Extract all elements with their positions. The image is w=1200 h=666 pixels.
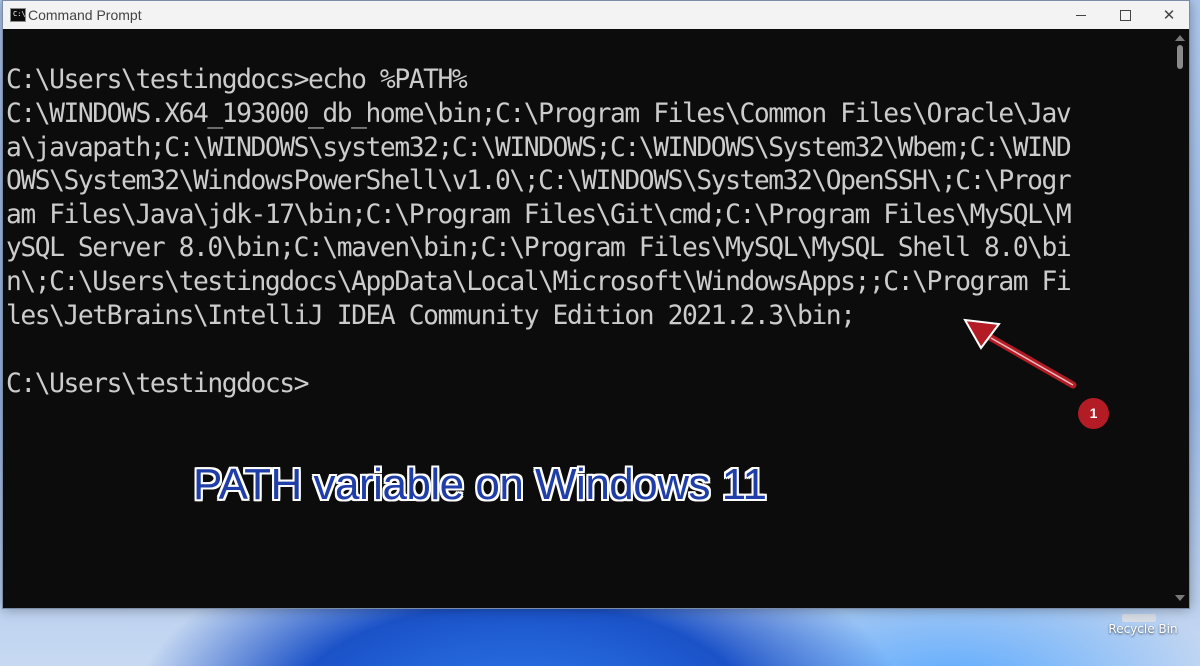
- recycle-bin-icon[interactable]: Recycle Bin: [1100, 614, 1186, 660]
- console-prompt: C:\Users\testingdocs>: [6, 369, 309, 399]
- console-line: a\javapath;C:\WINDOWS\system32;C:\WINDOW…: [6, 133, 1072, 163]
- command-prompt-window[interactable]: C:\. Command Prompt ✕ C:\Users\testingdo…: [2, 0, 1190, 609]
- step-badge: 1: [1078, 398, 1109, 429]
- close-icon: ✕: [1162, 6, 1176, 24]
- recycle-bin-label: Recycle Bin: [1108, 622, 1178, 636]
- scroll-thumb[interactable]: [1177, 45, 1183, 69]
- maximize-button[interactable]: [1103, 1, 1147, 29]
- console-line: les\JetBrains\IntelliJ IDEA Community Ed…: [6, 301, 856, 331]
- minimize-button[interactable]: [1059, 1, 1103, 29]
- console-line: C:\Users\testingdocs>echo %PATH%: [6, 65, 468, 95]
- scroll-up-arrow-icon[interactable]: [1175, 35, 1185, 41]
- console-line: ySQL Server 8.0\bin;C:\maven\bin;C:\Prog…: [6, 233, 1072, 263]
- close-button[interactable]: ✕: [1147, 1, 1191, 29]
- cmd-icon: C:\.: [10, 8, 30, 22]
- title-bar[interactable]: C:\. Command Prompt ✕: [3, 1, 1189, 29]
- caption-text: PATH variable on Windows 11: [193, 460, 767, 509]
- console-line: n\;C:\Users\testingdocs\AppData\Local\Mi…: [6, 267, 1072, 297]
- console-line: C:\WINDOWS.X64_193000_db_home\bin;C:\Pro…: [6, 99, 1072, 129]
- minimize-icon: [1076, 14, 1086, 16]
- recycle-bin-graphic: [1122, 614, 1156, 622]
- annotation-arrow-icon: [963, 318, 1077, 389]
- console-line: OWS\System32\WindowsPowerShell\v1.0\;C:\…: [6, 166, 1072, 196]
- scroll-down-arrow-icon[interactable]: [1175, 595, 1185, 601]
- console-line: am Files\Java\jdk-17\bin;C:\Program File…: [6, 200, 1072, 230]
- maximize-icon: [1119, 9, 1131, 21]
- window-title: Command Prompt: [28, 7, 142, 23]
- vertical-scrollbar[interactable]: [1171, 29, 1189, 608]
